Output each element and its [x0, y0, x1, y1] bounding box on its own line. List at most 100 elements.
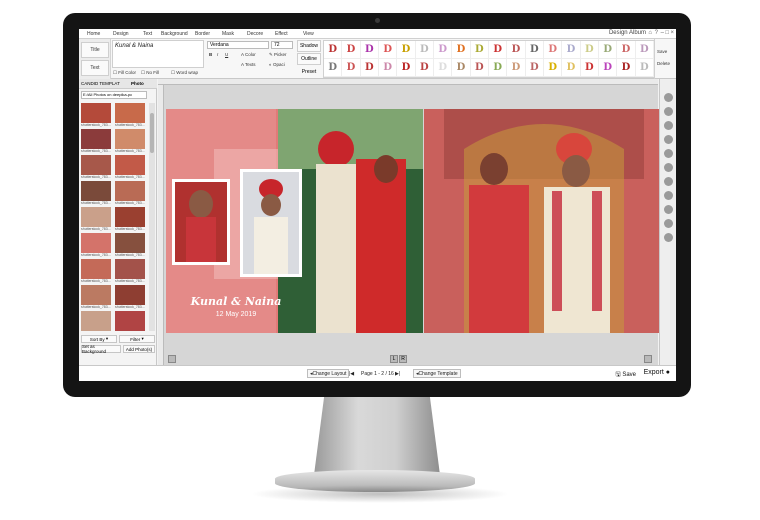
sort-by-select[interactable]: Sort By ▾ [81, 335, 117, 343]
bold-button[interactable]: B [209, 52, 212, 57]
photo-thumbnail[interactable] [115, 155, 145, 175]
close-icon[interactable]: × [670, 30, 674, 36]
text-style-preset[interactable]: D [599, 59, 618, 77]
italic-button[interactable]: I [217, 52, 218, 57]
text-style-preset[interactable]: D [580, 59, 599, 77]
menu-home[interactable]: Home [87, 31, 100, 37]
text-style-preset[interactable]: D [360, 41, 379, 59]
menu-view[interactable]: View [303, 31, 314, 37]
text-style-preset[interactable]: D [324, 59, 343, 77]
text-button[interactable]: Text [81, 60, 109, 76]
text-style-preset[interactable]: D [360, 59, 379, 77]
photo-thumbnail[interactable] [81, 155, 111, 175]
word-wrap-checkbox[interactable]: ☐ Word wrap [171, 70, 198, 76]
set-as-background-button[interactable]: Set as Background [81, 344, 121, 354]
text-style-preset[interactable]: D [525, 59, 544, 77]
text-style-preset[interactable]: D [324, 41, 343, 59]
flip-icon[interactable] [664, 177, 673, 186]
change-layout-button[interactable]: ◂ Change Layout [307, 369, 350, 378]
menu-decore[interactable]: Decore [247, 31, 263, 37]
menu-design[interactable]: Design [113, 31, 129, 37]
text-style-preset[interactable]: D [397, 41, 416, 59]
outline-button[interactable]: Outline [297, 53, 321, 65]
photo-thumbnail[interactable] [115, 311, 145, 331]
zoom-in-icon[interactable] [664, 93, 673, 102]
design-canvas[interactable]: Kunal & Naina 12 May 2019 L R [158, 79, 664, 365]
minimize-icon[interactable]: – [661, 30, 664, 36]
text-style-preset[interactable]: D [617, 41, 636, 59]
fill-color-checkbox[interactable]: ☐ Fill Color [113, 70, 136, 76]
photo-thumbnail[interactable] [81, 233, 111, 253]
wedding-date-text[interactable]: 12 May 2019 [186, 311, 286, 318]
menu-text[interactable]: Text [143, 31, 152, 37]
text-style-preset[interactable]: D [470, 59, 489, 77]
photo-thumbnail[interactable] [115, 285, 145, 305]
thumbnail-scrollbar[interactable] [149, 103, 155, 331]
left-page-marker[interactable]: L [390, 355, 398, 363]
no-fill-checkbox[interactable]: ☐ No Fill [141, 70, 159, 76]
left-page[interactable]: Kunal & Naina 12 May 2019 [166, 109, 424, 333]
lock-icon[interactable] [664, 205, 673, 214]
text-style-preset[interactable]: D [342, 59, 361, 77]
left-page-corner[interactable] [168, 355, 176, 363]
tab-photo[interactable]: Photo [131, 81, 144, 86]
font-size-select[interactable]: 72 [271, 41, 293, 49]
text-style-preset[interactable]: D [452, 59, 471, 77]
text-style-preset[interactable]: D [525, 41, 544, 59]
photo-thumbnail[interactable] [81, 129, 111, 149]
settings-icon[interactable] [664, 233, 673, 242]
font-family-select[interactable]: Verdana [207, 41, 269, 49]
delete-style-button[interactable]: Delete [657, 61, 670, 66]
album-spread[interactable]: Kunal & Naina 12 May 2019 [166, 109, 664, 333]
title-text-input[interactable]: Kunal & Naina [112, 40, 204, 68]
text-style-preset[interactable]: D [470, 41, 489, 59]
underline-button[interactable]: U [225, 52, 228, 57]
text-style-preset[interactable]: D [580, 41, 599, 59]
text-style-preset[interactable]: D [635, 41, 654, 59]
text-style-preset[interactable]: D [544, 59, 563, 77]
maximize-icon[interactable]: □ [665, 30, 669, 36]
menu-border[interactable]: Border [195, 31, 210, 37]
save-style-button[interactable]: Save [657, 49, 667, 54]
text-style-preset[interactable]: D [434, 59, 453, 77]
last-page-icon[interactable]: ▶| [395, 371, 400, 377]
text-style-preset[interactable]: D [397, 59, 416, 77]
filter-select[interactable]: Filter ▾ [119, 335, 155, 343]
help-icon[interactable]: ? [655, 30, 658, 36]
rotate-icon[interactable] [664, 163, 673, 172]
text-style-preset[interactable]: D [415, 59, 434, 77]
text-style-preset[interactable]: D [507, 59, 526, 77]
text-style-preset[interactable]: D [599, 41, 618, 59]
folder-path-select[interactable]: E:/All Photos on deepika-pc [81, 91, 147, 99]
home-icon[interactable]: ⌂ [648, 30, 652, 36]
right-page-marker[interactable]: R [399, 355, 407, 363]
text-style-preset[interactable]: D [379, 59, 398, 77]
photo-thumbnail[interactable] [81, 207, 111, 227]
photo-thumbnail[interactable] [81, 285, 111, 305]
photo-thumbnail[interactable] [115, 181, 145, 201]
texts-button[interactable]: A Texts [241, 62, 255, 67]
photo-thumbnail[interactable] [81, 311, 111, 331]
text-style-preset[interactable]: D [562, 41, 581, 59]
photo-thumbnail[interactable] [81, 259, 111, 279]
text-style-preset[interactable]: D [635, 59, 654, 77]
color-button[interactable]: A Color [241, 52, 256, 57]
text-style-preset[interactable]: D [452, 41, 471, 59]
opacity-button[interactable]: ◐ Opaci [269, 62, 285, 67]
save-button[interactable]: 🖫 Save [616, 370, 636, 380]
fit-icon[interactable] [664, 121, 673, 130]
text-style-preset[interactable]: D [415, 41, 434, 59]
menu-mask[interactable]: Mask [222, 31, 234, 37]
picker-button[interactable]: ✎ Picker [269, 52, 287, 58]
photo-thumbnail[interactable] [115, 259, 145, 279]
title-button[interactable]: Title [81, 42, 109, 58]
photo-thumbnail[interactable] [115, 103, 145, 123]
right-page-corner[interactable] [644, 355, 652, 363]
crop-icon[interactable] [664, 191, 673, 200]
zoom-out-icon[interactable] [664, 107, 673, 116]
add-photos-button[interactable]: Add Photo(s) [123, 345, 155, 353]
text-style-preset[interactable]: D [617, 59, 636, 77]
tab-template[interactable]: CANDID TEMPLAT [81, 81, 120, 86]
first-page-icon[interactable]: |◀ [349, 371, 354, 377]
photo-thumbnail[interactable] [115, 233, 145, 253]
